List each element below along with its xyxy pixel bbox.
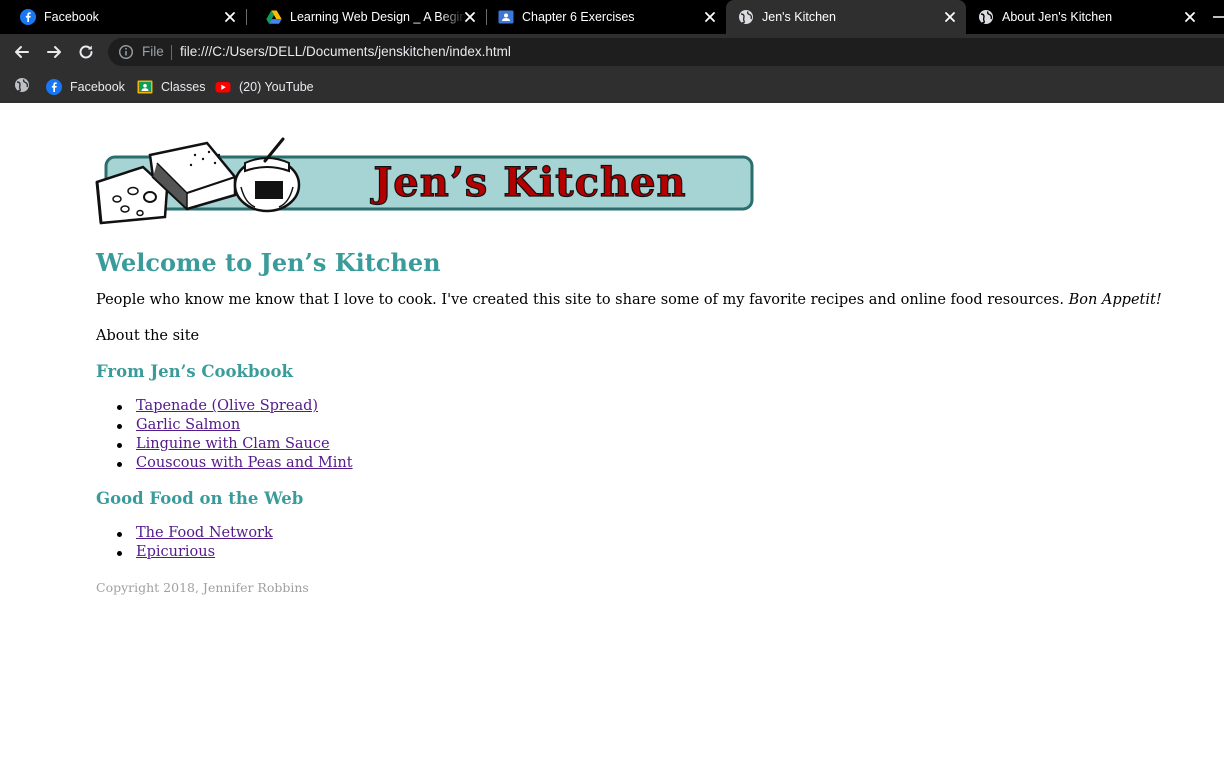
list-item: Tapenade (Olive Spread) — [117, 397, 353, 416]
google-classroom-icon — [498, 10, 514, 24]
intro-paragraph: People who know me know that I love to c… — [96, 292, 1162, 308]
tab-title: Facebook — [44, 10, 99, 24]
url-text[interactable]: file:///C:/Users/DELL/Documents/jenskitc… — [180, 44, 511, 59]
youtube-icon — [215, 82, 231, 93]
tab-title: Learning Web Design _ A Beginne — [290, 10, 466, 24]
list-item: Garlic Salmon — [117, 416, 353, 435]
recipe-link-couscous[interactable]: Couscous with Peas and Mint — [136, 455, 353, 471]
info-icon[interactable] — [118, 44, 134, 60]
close-icon[interactable] — [1182, 9, 1198, 25]
bookmark-classes[interactable]: Classes — [137, 77, 205, 97]
close-icon[interactable] — [702, 9, 718, 25]
close-icon[interactable] — [942, 9, 958, 25]
recipe-link-linguine[interactable]: Linguine with Clam Sauce — [136, 436, 330, 452]
reload-icon[interactable] — [76, 42, 96, 62]
close-icon[interactable] — [462, 9, 478, 25]
window-minimize-icon[interactable] — [1212, 14, 1224, 20]
link-epicurious[interactable]: Epicurious — [136, 544, 215, 560]
bookmark-label: Facebook — [70, 80, 125, 94]
jens-kitchen-logo: Jen’s Kitchen — [95, 137, 754, 225]
tab-chapter-6-exercises[interactable]: Chapter 6 Exercises — [486, 0, 726, 34]
tab-facebook[interactable]: Facebook — [0, 0, 247, 34]
page-heading: Welcome to Jen’s Kitchen — [96, 248, 441, 277]
forward-arrow-icon[interactable] — [44, 42, 64, 62]
browser-toolbar: File file:///C:/Users/DELL/Documents/jen… — [0, 34, 1224, 70]
bookmark-label: Classes — [161, 80, 206, 94]
list-item: Couscous with Peas and Mint — [117, 454, 353, 473]
back-arrow-icon[interactable] — [12, 42, 32, 62]
apps-globe-icon[interactable] — [14, 77, 30, 93]
tab-title: Chapter 6 Exercises — [522, 10, 635, 24]
web-resources-list: The Food Network Epicurious — [117, 524, 273, 562]
logo-text: Jen’s Kitchen — [370, 159, 686, 206]
close-icon[interactable] — [222, 9, 238, 25]
recipe-link-garlic-salmon[interactable]: Garlic Salmon — [136, 417, 240, 433]
list-item: Linguine with Clam Sauce — [117, 435, 353, 454]
tab-about-jens-kitchen[interactable]: About Jen's Kitchen — [966, 0, 1206, 34]
bookmark-youtube[interactable]: (20) YouTube — [215, 77, 314, 97]
globe-icon — [979, 10, 993, 24]
web-resources-heading: Good Food on the Web — [96, 489, 304, 508]
tab-title: Jen's Kitchen — [762, 10, 836, 24]
scheme-label: File — [142, 44, 164, 59]
tab-title: About Jen's Kitchen — [1002, 10, 1113, 24]
facebook-icon — [46, 79, 62, 95]
about-the-site: About the site — [96, 328, 200, 344]
address-bar[interactable]: File file:///C:/Users/DELL/Documents/jen… — [108, 38, 1224, 66]
cookbook-list: Tapenade (Olive Spread) Garlic Salmon Li… — [117, 397, 353, 473]
page-viewport: Jen’s Kitchen Welcome to Jen’s Kitchen P… — [0, 103, 1224, 758]
tab-learning-web-design[interactable]: Learning Web Design _ A Beginne — [246, 0, 487, 34]
facebook-icon — [20, 9, 36, 25]
bookmarks-bar: Facebook Classes (20) YouTube — [0, 70, 1224, 103]
link-food-network[interactable]: The Food Network — [136, 525, 273, 541]
globe-icon — [739, 10, 753, 24]
tab-strip: Facebook Learning Web Design _ A Beginne… — [0, 0, 1224, 34]
google-classroom-icon — [137, 80, 153, 94]
copyright-footer: Copyright 2018, Jennifer Robbins — [96, 580, 309, 595]
recipe-link-tapenade[interactable]: Tapenade (Olive Spread) — [136, 398, 318, 414]
list-item: Epicurious — [117, 543, 273, 562]
bookmark-facebook[interactable]: Facebook — [46, 77, 125, 97]
cookbook-heading: From Jen’s Cookbook — [96, 362, 293, 381]
tab-jens-kitchen[interactable]: Jen's Kitchen — [726, 0, 966, 34]
address-divider — [171, 45, 172, 60]
google-drive-icon — [266, 10, 282, 24]
intro-emphasis: Bon Appetit! — [1068, 292, 1162, 308]
bookmark-label: (20) YouTube — [239, 80, 314, 94]
list-item: The Food Network — [117, 524, 273, 543]
intro-text: People who know me know that I love to c… — [96, 292, 1064, 308]
